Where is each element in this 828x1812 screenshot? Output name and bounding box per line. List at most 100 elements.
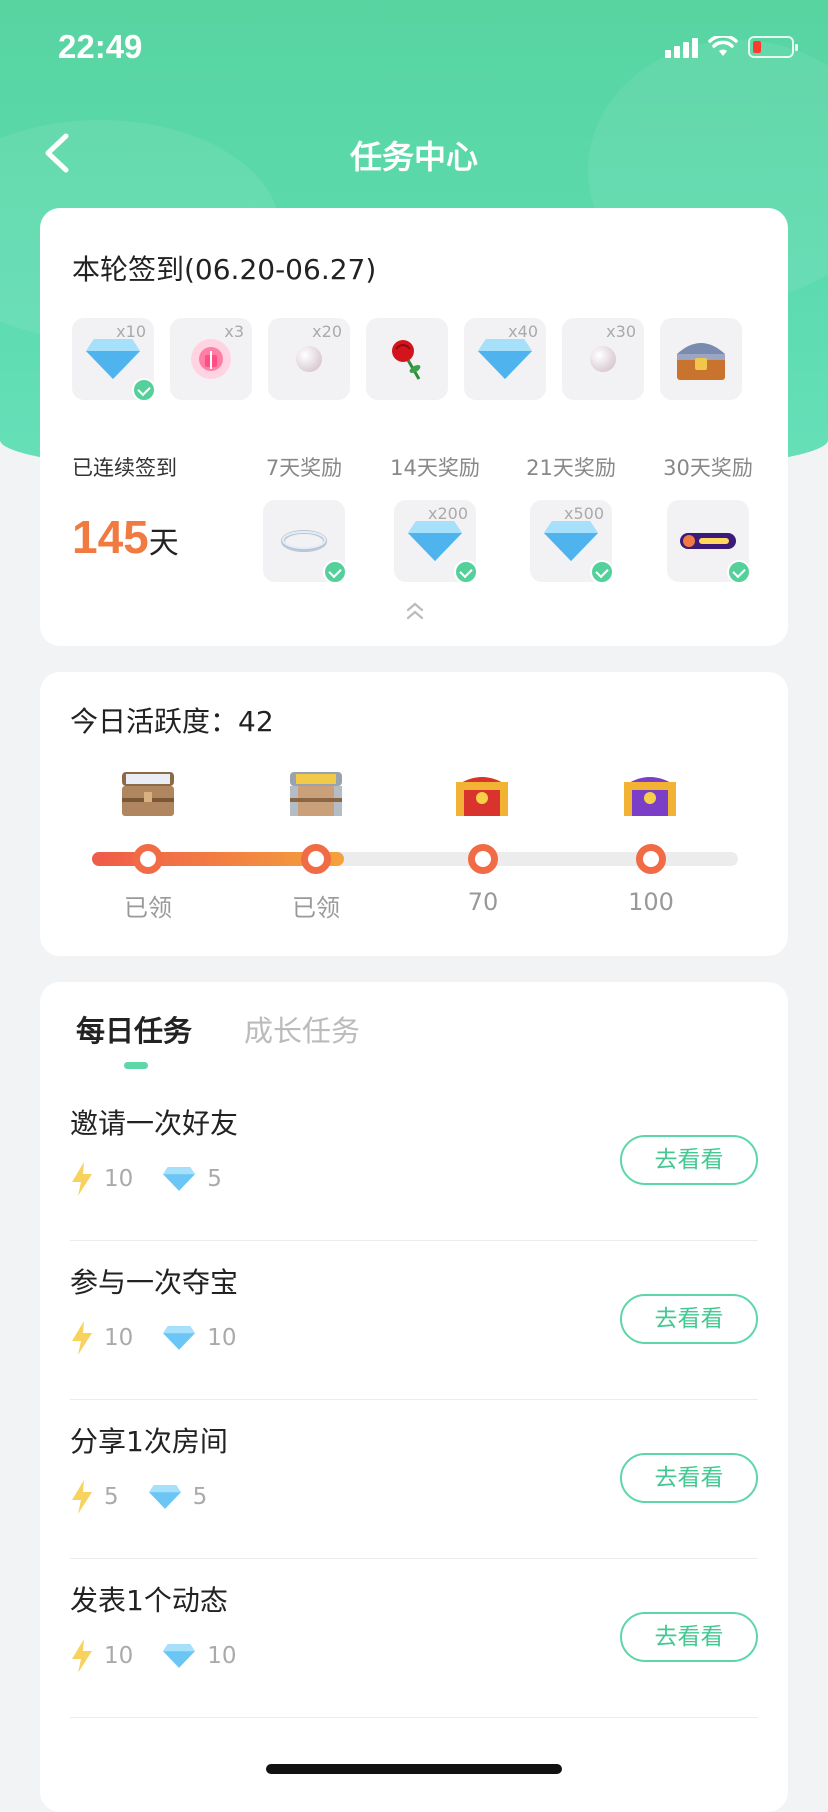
purple-chest-icon[interactable] [620, 768, 680, 820]
diamond-value: 10 [207, 1643, 237, 1669]
diamond-icon [163, 1326, 196, 1350]
status-time: 22:49 [58, 28, 143, 65]
node-label: 70 [467, 888, 499, 916]
diamond-icon [163, 1167, 196, 1191]
pearl-icon [590, 346, 616, 372]
progress-node [133, 844, 163, 874]
tab-growth-tasks[interactable]: 成长任务 [244, 1008, 360, 1050]
diamond-icon [544, 521, 598, 561]
streak-label: 已连续签到 [72, 456, 177, 480]
milestone-reward[interactable]: x200 [394, 500, 478, 584]
task-rewards: 10 10 [70, 1639, 237, 1673]
task-item: 邀请一次好友 10 5 去看看 [70, 1082, 758, 1241]
go-button[interactable]: 去看看 [620, 1453, 758, 1503]
lightning-icon [72, 1639, 92, 1673]
lightning-icon [72, 1321, 92, 1355]
tasks-card: 每日任务 成长任务 邀请一次好友 10 5 去看看 参与一次夺宝 10 10 去… [40, 982, 788, 1812]
streak-value: 145天 [72, 510, 179, 564]
daily-reward-1[interactable]: x10 [72, 318, 156, 402]
node-label: 100 [628, 888, 674, 916]
page-title: 任务中心 [349, 138, 478, 176]
daily-reward-5[interactable]: x40 [464, 318, 546, 400]
checked-icon [590, 560, 614, 584]
nav-bar: 任务中心 [0, 118, 828, 186]
daily-reward-3[interactable]: x20 [268, 318, 350, 400]
progress-node [468, 844, 498, 874]
milestone-14-days: 14天奖励 x200 [385, 452, 485, 584]
node-label: 已领 [124, 894, 172, 922]
checked-icon [727, 560, 751, 584]
milestone-label: 30天奖励 [663, 456, 753, 480]
sign-in-card: 本轮签到(06.20-06.27) x10 x3 x20 x40 x30 已连续… [40, 208, 788, 646]
task-rewards: 5 5 [70, 1480, 207, 1514]
collapse-chevron-icon[interactable] [404, 600, 426, 622]
badge-icon [680, 533, 736, 549]
diamond-icon [163, 1644, 196, 1668]
milestone-label: 7天奖励 [265, 456, 343, 480]
go-button[interactable]: 去看看 [620, 1294, 758, 1344]
task-item: 参与一次夺宝 10 10 去看看 [70, 1241, 758, 1400]
silver-chest-icon[interactable] [286, 768, 346, 820]
milestone-label: 21天奖励 [526, 456, 616, 480]
rose-icon [392, 340, 421, 380]
task-name: 参与一次夺宝 [70, 1266, 239, 1299]
task-name: 邀请一次好友 [70, 1107, 239, 1140]
task-name: 分享1次房间 [70, 1425, 228, 1458]
signal-icon [665, 38, 698, 58]
activity-card: 今日活跃度：42 已领 已领 70 100 [40, 672, 788, 956]
milestone-7-days: 7天奖励 [254, 452, 354, 584]
activity-title: 今日活跃度：42 [70, 705, 274, 738]
milestone-label: 14天奖励 [390, 456, 480, 480]
energy-value: 10 [104, 1643, 134, 1669]
sign-in-title: 本轮签到(06.20-06.27) [72, 253, 377, 286]
energy-value: 10 [104, 1325, 134, 1351]
daily-reward-row: x10 x3 x20 x40 x30 [72, 318, 742, 402]
milestone-reward[interactable] [667, 500, 751, 584]
checked-icon [323, 560, 347, 584]
pearl-icon [296, 346, 322, 372]
milestone-reward[interactable] [263, 500, 347, 584]
ring-icon [281, 530, 327, 552]
node-label: 已领 [292, 894, 340, 922]
energy-value: 10 [104, 1166, 134, 1192]
daily-reward-4[interactable] [366, 318, 448, 400]
reward-qty: x30 [606, 322, 636, 341]
milestone-30-days: 30天奖励 [658, 452, 758, 584]
task-rewards: 10 10 [70, 1321, 237, 1355]
diamond-icon [148, 1485, 181, 1509]
task-item: 发表1个动态 10 10 去看看 [70, 1559, 758, 1718]
reward-qty: x20 [312, 322, 342, 341]
lightning-icon [72, 1162, 92, 1196]
diamond-icon [478, 339, 532, 379]
lightning-icon [72, 1480, 92, 1514]
progress-node [301, 844, 331, 874]
diamond-icon [86, 339, 140, 379]
diamond-value: 10 [207, 1325, 237, 1351]
go-button[interactable]: 去看看 [620, 1135, 758, 1185]
checked-icon [132, 378, 156, 402]
diamond-value: 5 [192, 1484, 208, 1510]
task-rewards: 10 5 [70, 1162, 222, 1196]
daily-reward-2[interactable]: x3 [170, 318, 252, 400]
tab-daily-tasks[interactable]: 每日任务 [76, 1008, 192, 1050]
gift-icon [191, 339, 231, 379]
treasure-chest-icon [677, 343, 725, 380]
go-button[interactable]: 去看看 [620, 1612, 758, 1662]
status-bar: 22:49 [0, 0, 828, 100]
streak-unit: 天 [148, 526, 179, 561]
daily-reward-6[interactable]: x30 [562, 318, 644, 400]
milestone-21-days: 21天奖励 x500 [521, 452, 621, 584]
tab-indicator [124, 1062, 148, 1069]
home-indicator [266, 1764, 562, 1774]
red-chest-icon[interactable] [452, 768, 512, 820]
wifi-icon [708, 36, 738, 56]
checked-icon [454, 560, 478, 584]
milestone-reward[interactable]: x500 [530, 500, 614, 584]
energy-value: 5 [104, 1484, 119, 1510]
daily-reward-7[interactable] [660, 318, 742, 400]
diamond-value: 5 [207, 1166, 222, 1192]
task-name: 发表1个动态 [70, 1584, 228, 1617]
streak-days: 145 [72, 511, 149, 563]
diamond-icon [408, 521, 462, 561]
wooden-chest-icon[interactable] [118, 768, 178, 820]
